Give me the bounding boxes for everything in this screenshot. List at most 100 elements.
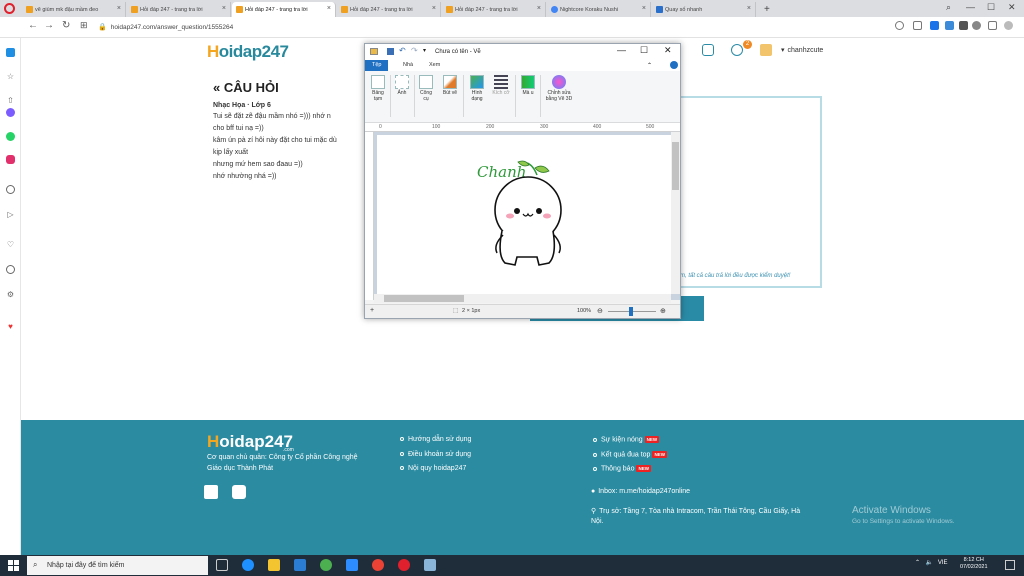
close-tab-icon[interactable]: ×: [117, 5, 121, 12]
scroll-thumb[interactable]: [672, 142, 679, 190]
paint-title-bar[interactable]: ↶ ↷ ▾ Chưa có tên - Vẽ — ☐ ✕: [365, 44, 680, 60]
windows-start-icon[interactable]: [8, 560, 19, 571]
site-logo[interactable]: Hoidap247: [207, 42, 289, 62]
zoom-slider-thumb[interactable]: [629, 307, 633, 316]
notification-center-icon[interactable]: [1005, 560, 1015, 570]
vpn-icon[interactable]: [959, 21, 968, 30]
browser-tab[interactable]: vẽ giùm mk đậu mầm đeo ×: [22, 2, 126, 17]
home-grid-icon[interactable]: ⊞: [80, 20, 88, 31]
download-icon[interactable]: [972, 21, 981, 30]
help-icon[interactable]: [670, 61, 678, 69]
undo-icon[interactable]: ↶: [399, 46, 406, 55]
extension-icon[interactable]: [930, 21, 939, 30]
footer-link-guide[interactable]: Hướng dẫn sử dụng: [400, 436, 471, 443]
tab-search-icon[interactable]: ⌕: [946, 2, 951, 13]
browser-tab[interactable]: Hỏi đáp 247 - trang tra lời ×: [337, 2, 441, 17]
redo-icon[interactable]: ↷: [411, 46, 418, 55]
mail-icon[interactable]: [294, 559, 306, 571]
close-tab-icon[interactable]: ×: [432, 5, 436, 12]
close-tab-icon[interactable]: ×: [642, 5, 646, 12]
star-icon[interactable]: ☆: [6, 72, 15, 81]
footer-inbox[interactable]: ● Inbox: m.me/hoidap247online: [591, 488, 690, 495]
address-bar[interactable]: 🔒 hoidap247.com/answer_question/1555264: [98, 20, 408, 34]
footer-link-top-results[interactable]: Kết quả đua top NEW: [593, 451, 667, 458]
clipboard-tool[interactable]: Bảng tạm: [369, 75, 387, 102]
browser-tab-active[interactable]: Hỏi đáp 247 - trang tra lời ×: [232, 2, 336, 17]
home-icon[interactable]: [6, 48, 15, 57]
scroll-thumb[interactable]: [384, 295, 464, 302]
close-tab-icon[interactable]: ×: [327, 5, 331, 12]
facebook-icon[interactable]: [204, 485, 218, 499]
edge-icon[interactable]: [242, 559, 254, 571]
zoom-app-icon[interactable]: [346, 559, 358, 571]
tab-view[interactable]: Xem: [429, 62, 440, 68]
settings-icon[interactable]: ⚙: [6, 290, 15, 299]
opera-icon[interactable]: [398, 559, 410, 571]
colors-tool[interactable]: Mà u: [519, 75, 537, 97]
taskbar-clock[interactable]: 8:12 CH 07/02/2021: [960, 557, 988, 571]
footer-link-hot-events[interactable]: Sự kiện nóng NEW: [593, 436, 660, 443]
new-tab-button[interactable]: +: [760, 2, 774, 17]
chrome-icon[interactable]: [372, 559, 384, 571]
close-tab-icon[interactable]: ×: [537, 5, 541, 12]
forward-icon[interactable]: →: [44, 20, 54, 31]
footer-link-rules[interactable]: Nội quy hoidap247: [400, 465, 466, 472]
image-tool[interactable]: Ảnh: [393, 75, 411, 97]
instagram-icon[interactable]: [6, 155, 15, 164]
shield-check-icon[interactable]: [945, 21, 954, 30]
user-name[interactable]: ▾ chanhzcute: [781, 46, 823, 54]
collapse-ribbon-icon[interactable]: ⌃: [647, 62, 652, 69]
reload-icon[interactable]: ↻: [62, 20, 70, 31]
paint-canvas[interactable]: Chanh: [377, 135, 671, 295]
easy-setup-icon[interactable]: [988, 21, 997, 30]
avatar[interactable]: [760, 44, 772, 56]
whatsapp-icon[interactable]: [6, 132, 15, 141]
close-tab-icon[interactable]: ×: [222, 5, 226, 12]
tab-file[interactable]: Tệp: [365, 60, 389, 71]
size-tool[interactable]: Kích cỡ: [491, 75, 511, 97]
task-view-icon[interactable]: [216, 559, 228, 571]
browser-tab[interactable]: Hỏi đáp 247 - trang tra lời ×: [127, 2, 231, 17]
quick-access-chevron-icon[interactable]: ▾: [423, 47, 426, 54]
maximize-icon[interactable]: ☐: [640, 45, 648, 56]
footer-link-announcements[interactable]: Thông báo NEW: [593, 465, 651, 472]
send-icon[interactable]: ▷: [6, 210, 15, 219]
browser-tab[interactable]: Hỏi đáp 247 - trang tra lời ×: [442, 2, 546, 17]
back-icon[interactable]: ←: [28, 20, 38, 31]
footer-link-terms[interactable]: Điều khoản sử dụng: [400, 451, 471, 458]
my-flow-icon[interactable]: [6, 185, 15, 194]
heart-icon[interactable]: ♡: [6, 240, 15, 249]
file-explorer-icon[interactable]: [268, 559, 280, 571]
profile-icon[interactable]: [1004, 21, 1013, 30]
tools-tool[interactable]: Công cụ: [417, 75, 435, 102]
messenger-icon[interactable]: [6, 108, 15, 117]
maximize-icon[interactable]: ☐: [987, 2, 995, 13]
heart-icon[interactable]: [913, 21, 922, 30]
opera-logo-icon[interactable]: [4, 3, 15, 14]
taskbar-search-input[interactable]: ⌕ Nhập tại đây để tìm kiếm: [27, 556, 208, 575]
camera-icon[interactable]: [895, 21, 904, 30]
edit-paint3d-tool[interactable]: Chỉnh sửa bằng Vẽ 3D: [543, 75, 575, 102]
paint-taskbar-icon[interactable]: [424, 559, 436, 571]
window-close-icon[interactable]: ✕: [1008, 2, 1016, 13]
youtube-icon[interactable]: [232, 485, 246, 499]
close-icon[interactable]: ✕: [664, 45, 672, 56]
minimize-icon[interactable]: —: [617, 45, 626, 55]
close-tab-icon[interactable]: ×: [747, 5, 751, 12]
pin-icon[interactable]: ♥: [6, 322, 15, 331]
tab-home[interactable]: Nhà: [403, 62, 413, 68]
zoom-in-icon[interactable]: ⊕: [660, 307, 666, 315]
system-tray[interactable]: ⌃ 🔈 VIE: [915, 559, 948, 566]
brushes-tool[interactable]: Bút vẽ: [441, 75, 459, 97]
answer-editor[interactable]: [672, 96, 822, 288]
horizontal-scrollbar[interactable]: [374, 294, 671, 303]
bell-icon[interactable]: [731, 44, 743, 56]
save-icon[interactable]: [387, 48, 394, 55]
browser-tab[interactable]: Nightcore Koraku Nushi ×: [547, 2, 651, 17]
history-icon[interactable]: [6, 265, 15, 274]
chat-icon[interactable]: [702, 44, 714, 56]
minimize-icon[interactable]: —: [966, 2, 975, 12]
app-icon[interactable]: [320, 559, 332, 571]
footer-logo[interactable]: Hoidap247: [207, 432, 293, 452]
shapes-tool[interactable]: Hình dạng: [467, 75, 487, 102]
